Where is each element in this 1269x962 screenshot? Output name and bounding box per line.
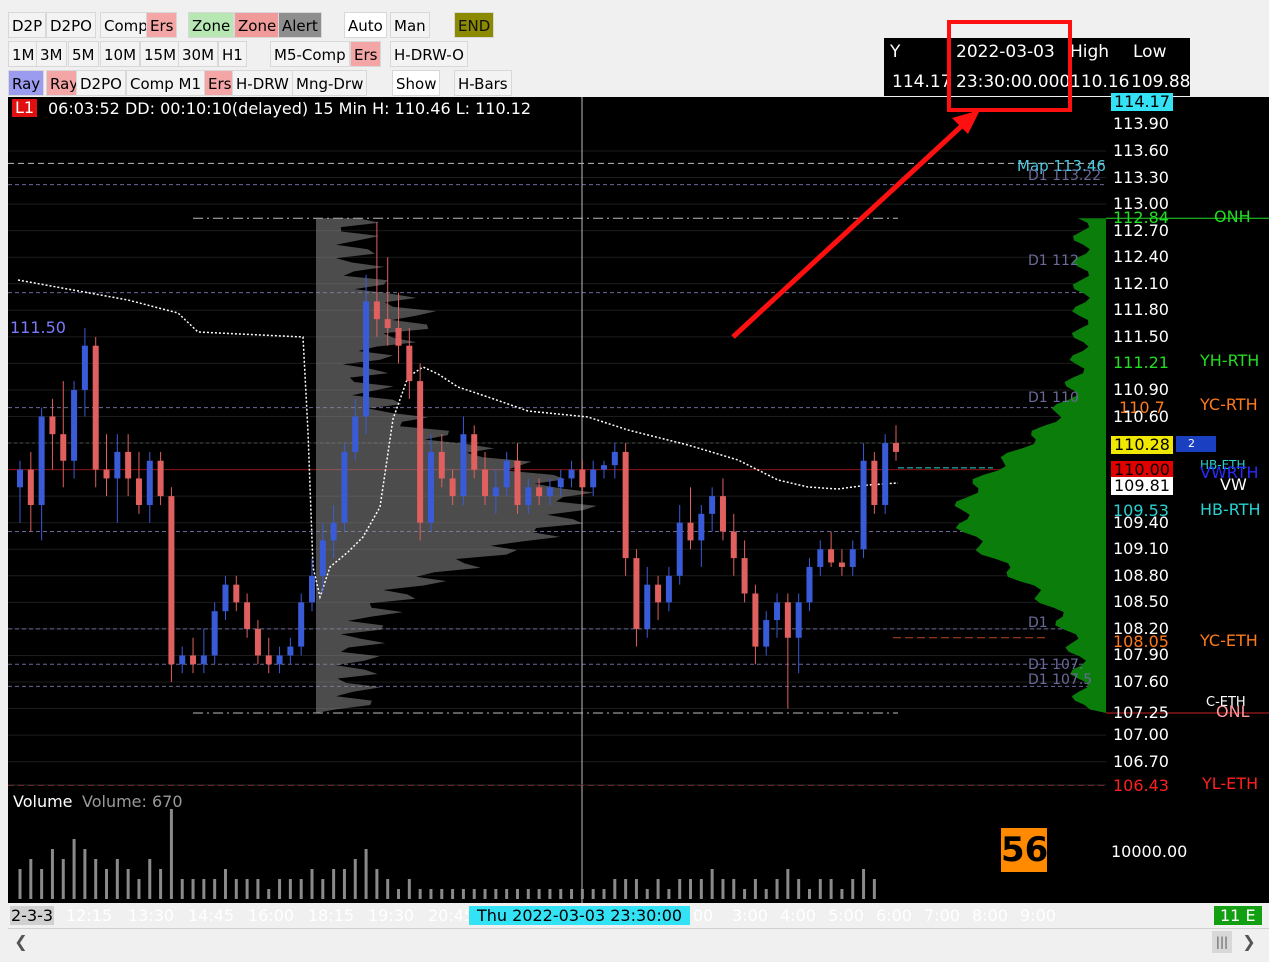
trading-window: D2P D2PO Comp Ers Zone Zone Alert Auto Man END 1M… [0,0,1269,962]
annotation-arrow-line [731,120,968,339]
scroll-left-icon[interactable]: ❮ [10,931,32,953]
scroll-right-icon[interactable]: ❯ [1238,931,1260,953]
scroll-thumb[interactable]: ||| [1212,931,1232,953]
annotation-arrow-layer [731,110,980,339]
horizontal-scrollbar[interactable]: ❮ ||| ❯ [8,928,1269,954]
